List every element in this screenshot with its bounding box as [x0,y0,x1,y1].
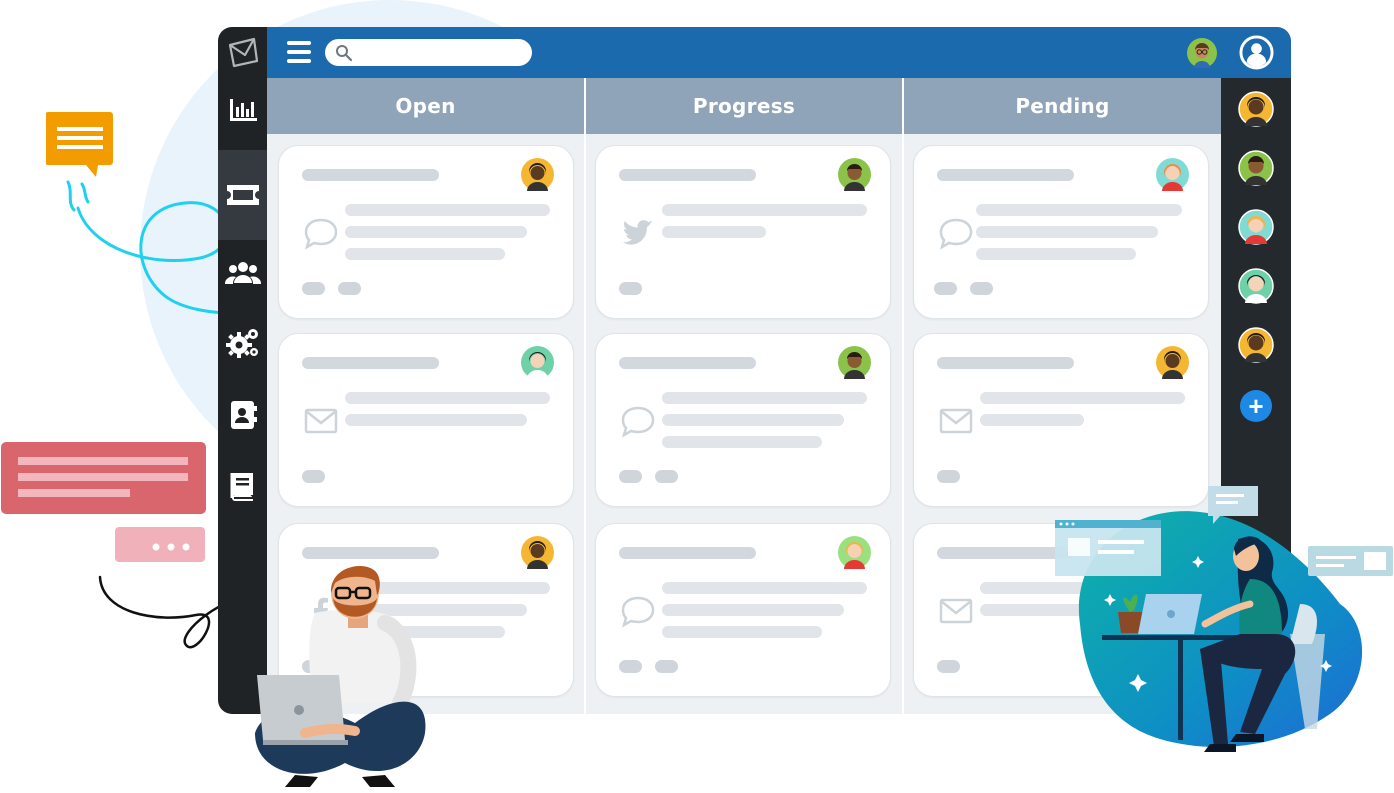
agent-avatar[interactable] [1238,327,1274,363]
nav-contacts[interactable] [218,389,267,441]
search-icon [336,45,353,62]
nav-reports[interactable] [218,83,267,135]
column-title: Pending [904,78,1221,134]
envelope-icon [939,408,973,434]
ticket-card[interactable] [913,333,1209,507]
woman-at-desk-illustration [1055,486,1393,752]
book-icon [230,473,253,501]
nav-team[interactable] [218,247,267,299]
ticket-card[interactable] [595,333,891,507]
chat-bubble-icon [304,218,338,250]
avatar [838,536,871,569]
chat-bubble-icon [621,596,655,628]
agent-avatar[interactable] [1238,209,1274,245]
ticket-card[interactable] [278,145,574,319]
users-group-icon [224,262,261,284]
column-title: Progress [586,78,902,134]
avatar [521,158,554,191]
top-bar [267,27,1291,78]
envelope-logo-icon[interactable] [226,35,260,69]
nav-tickets[interactable] [218,150,267,240]
user-account-icon[interactable] [1239,35,1274,70]
twitter-icon [622,220,653,245]
chat-bubble-icon [621,406,655,438]
nav-settings[interactable] [218,317,267,369]
red-message-icon [1,442,206,562]
man-with-laptop-illustration [255,566,426,787]
menu-icon[interactable] [287,41,311,63]
gears-icon [225,329,258,358]
envelope-icon [939,598,973,624]
avatar [521,346,554,379]
search-input[interactable] [325,39,532,66]
nav-knowledge-base[interactable] [218,460,267,512]
ticket-card[interactable] [595,145,891,319]
add-agent-button[interactable]: + [1240,390,1272,422]
agent-avatar[interactable] [1238,268,1274,304]
agent-avatar[interactable] [1238,150,1274,186]
envelope-icon [304,408,338,434]
ticket-card[interactable] [278,333,574,507]
ticket-icon [226,185,259,205]
agent-avatar[interactable] [1187,38,1217,68]
orange-chat-icon [46,112,113,177]
contact-book-icon [230,401,257,429]
avatar [1156,158,1189,191]
column-title: Open [267,78,584,134]
avatar [1156,346,1189,379]
agent-avatar[interactable] [1238,91,1274,127]
ticket-card[interactable] [913,145,1209,319]
ticket-card[interactable] [595,523,891,697]
bar-chart-icon [229,99,257,121]
avatar [838,158,871,191]
avatar [521,536,554,569]
chat-bubble-icon [939,218,973,250]
avatar [838,346,871,379]
